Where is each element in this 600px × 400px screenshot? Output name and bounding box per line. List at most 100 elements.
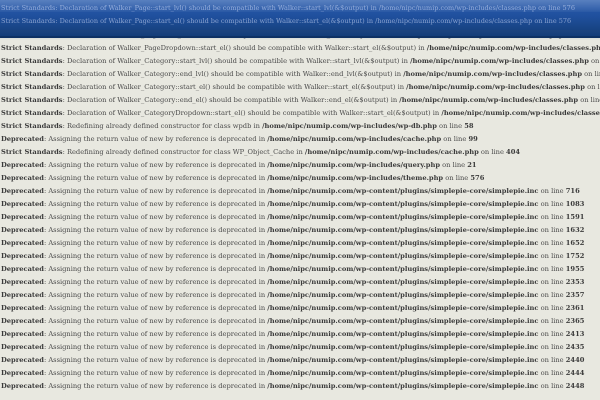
log-line-number: 1652 [565, 239, 585, 247]
log-file-path: /home/nipc/numip.com/wp-content/plugins/… [267, 226, 539, 234]
log-file-path: /home/nipc/numip.com/wp-content/plugins/… [267, 343, 539, 351]
log-level-label: Strict Standards [1, 70, 63, 78]
log-message: : Declaration of Walker_CategoryDropdown… [62, 109, 442, 117]
log-level-label: Strict Standards [1, 109, 63, 117]
log-level-label: Deprecated [1, 343, 44, 351]
log-file-path: /home/nipc/numip.com/wp-content/plugins/… [267, 213, 539, 221]
log-line-number: 1632 [565, 226, 585, 234]
log-line-number: 2353 [565, 278, 585, 286]
log-line: Deprecated: Assigning the return value o… [0, 315, 600, 328]
log-level-label: Deprecated [1, 291, 44, 299]
log-message: : Assigning the return value of new by r… [43, 161, 268, 169]
ghost-line: Strict Standards: Declaration of Walker_… [1, 4, 575, 12]
log-message: : Declaration of Walker_Category::start_… [62, 83, 407, 91]
log-level-label: Strict Standards [1, 148, 63, 156]
log-line-prefix: on line [538, 252, 566, 260]
log-file-path: /home/nipc/numip.com/wp-content/plugins/… [267, 291, 539, 299]
log-line-number: 58 [464, 122, 474, 130]
log-level-label: Deprecated [1, 161, 44, 169]
log-message: : Assigning the return value of new by r… [43, 213, 268, 221]
log-line: Deprecated: Assigning the return value o… [0, 302, 600, 315]
log-level-label: Deprecated [1, 317, 44, 325]
log-line: Deprecated: Assigning the return value o… [0, 224, 600, 237]
log-line-number: 1955 [565, 265, 585, 273]
log-line-number: 576 [470, 174, 485, 182]
log-message: : Declaration of Walker_Category::end_lv… [62, 70, 404, 78]
log-line-prefix: on line [440, 161, 468, 169]
log-line-number: 2440 [565, 356, 585, 364]
log-line-number: 1752 [565, 252, 585, 260]
log-level-label: Deprecated [1, 304, 44, 312]
php-error-log: Strict Standards: Declaration of Walker_… [0, 16, 600, 393]
log-line: Deprecated: Assigning the return value o… [0, 211, 600, 224]
log-file-path: /home/nipc/numip.com/wp-includes/cache.p… [267, 135, 442, 143]
log-line-prefix: on line [538, 343, 566, 351]
log-line: Strict Standards: Declaration of Walker_… [0, 42, 600, 55]
log-line: Deprecated: Assigning the return value o… [0, 159, 600, 172]
log-message: : Redefining already defined constructor… [62, 122, 263, 130]
log-line-prefix: on line [538, 382, 566, 390]
log-file-path: /home/nipc/numip.com/wp-content/plugins/… [267, 239, 539, 247]
log-line-number: 2361 [565, 304, 585, 312]
log-line-prefix: on line [538, 200, 566, 208]
log-line: Deprecated: Assigning the return value o… [0, 185, 600, 198]
log-line: Deprecated: Assigning the return value o… [0, 354, 600, 367]
header-banner: Strict Standards: Declaration of Walker_… [0, 0, 600, 38]
log-line: Deprecated: Assigning the return value o… [0, 276, 600, 289]
log-line-prefix: on line [538, 278, 566, 286]
log-line-prefix: on line [538, 369, 566, 377]
log-line: Deprecated: Assigning the return value o… [0, 289, 600, 302]
log-file-path: /home/nipc/numip.com/wp-content/plugins/… [267, 369, 539, 377]
log-line-number: 1591 [565, 213, 585, 221]
log-file-path: /home/nipc/numip.com/wp-content/plugins/… [267, 200, 539, 208]
log-file-path: /home/nipc/numip.com/wp-content/plugins/… [267, 265, 539, 273]
log-line-number: 2365 [565, 317, 585, 325]
log-line-number: 2444 [565, 369, 585, 377]
log-file-path: /home/nipc/numip.com/wp-content/plugins/… [267, 382, 539, 390]
log-message: : Assigning the return value of new by r… [43, 291, 268, 299]
log-line-prefix: on line [441, 135, 469, 143]
log-level-label: Strict Standards [1, 96, 63, 104]
log-line: Strict Standards: Declaration of Walker_… [0, 81, 600, 94]
log-level-label: Deprecated [1, 330, 44, 338]
log-line: Deprecated: Assigning the return value o… [0, 328, 600, 341]
log-file-path: /home/nipc/numip.com/wp-includes/theme.p… [267, 174, 444, 182]
log-message: : Assigning the return value of new by r… [43, 187, 268, 195]
page-viewport: Strict Standards: Declaration of Walker_… [0, 0, 600, 400]
log-line-number: 2413 [565, 330, 585, 338]
log-line-prefix: on line [584, 70, 600, 78]
log-line-number: 2435 [565, 343, 585, 351]
log-line: Strict Standards: Redefining already def… [0, 146, 600, 159]
log-line: Deprecated: Assigning the return value o… [0, 237, 600, 250]
log-line-number: 1083 [565, 200, 585, 208]
log-level-label: Deprecated [1, 239, 44, 247]
log-level-label: Strict Standards [1, 122, 63, 130]
log-line-prefix: on line [587, 83, 600, 91]
log-level-label: Deprecated [1, 135, 44, 143]
log-file-path: /home/nipc/numip.com/wp-content/plugins/… [267, 187, 539, 195]
log-line: Strict Standards: Redefining already def… [0, 120, 600, 133]
log-level-label: Strict Standards [1, 44, 63, 52]
log-line-number: 2448 [565, 382, 585, 390]
log-level-label: Deprecated [1, 200, 44, 208]
log-line: Strict Standards: Declaration of Walker_… [0, 55, 600, 68]
log-message: : Assigning the return value of new by r… [43, 304, 268, 312]
ghost-line: Strict Standards: Declaration of Walker_… [1, 17, 572, 25]
log-message: : Assigning the return value of new by r… [43, 317, 268, 325]
log-line-prefix: on line [538, 265, 566, 273]
log-message: : Assigning the return value of new by r… [43, 252, 268, 260]
log-message: : Assigning the return value of new by r… [43, 174, 268, 182]
log-line-prefix: on line [538, 317, 566, 325]
log-line-number: 2357 [565, 291, 585, 299]
log-message: : Assigning the return value of new by r… [43, 265, 268, 273]
log-message: : Assigning the return value of new by r… [43, 356, 268, 364]
log-line-prefix: on line [538, 226, 566, 234]
log-message: : Assigning the return value of new by r… [43, 330, 268, 338]
log-file-path: /home/nipc/numip.com/wp-includes/classes… [410, 57, 589, 65]
log-file-path: /home/nipc/numip.com/wp-includes/wp-db.p… [262, 122, 437, 130]
log-line: Strict Standards: Declaration of Walker_… [0, 107, 600, 120]
log-message: : Assigning the return value of new by r… [43, 226, 268, 234]
log-message: : Assigning the return value of new by r… [43, 382, 268, 390]
log-line: Deprecated: Assigning the return value o… [0, 133, 600, 146]
log-line-number: 716 [565, 187, 580, 195]
